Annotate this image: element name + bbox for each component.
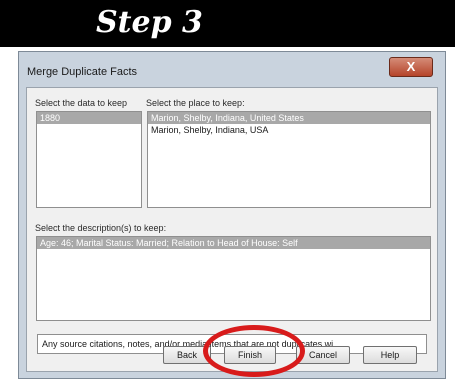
dialog-title: Merge Duplicate Facts xyxy=(27,66,138,78)
close-button[interactable]: X xyxy=(389,57,433,77)
data-item-1880[interactable]: 1880 xyxy=(37,112,141,124)
place-item-usa[interactable]: Marion, Shelby, Indiana, USA xyxy=(148,124,430,136)
place-item-united-states[interactable]: Marion, Shelby, Indiana, United States xyxy=(148,112,430,124)
description-item[interactable]: Age: 46; Marital Status: Married; Relati… xyxy=(37,237,430,249)
place-label: Select the place to keep: xyxy=(146,98,245,108)
description-label: Select the description(s) to keep: xyxy=(35,223,167,233)
description-listbox[interactable]: Age: 46; Marital Status: Married; Relati… xyxy=(36,236,431,321)
data-listbox[interactable]: 1880 xyxy=(36,111,142,208)
step-title: Step 3 xyxy=(96,5,203,40)
step-banner: Step 3 xyxy=(0,0,455,47)
data-label: Select the data to keep xyxy=(35,98,128,108)
place-listbox[interactable]: Marion, Shelby, Indiana, United States M… xyxy=(147,111,431,208)
finish-highlight-ring xyxy=(203,325,305,377)
help-button[interactable]: Help xyxy=(363,346,417,364)
